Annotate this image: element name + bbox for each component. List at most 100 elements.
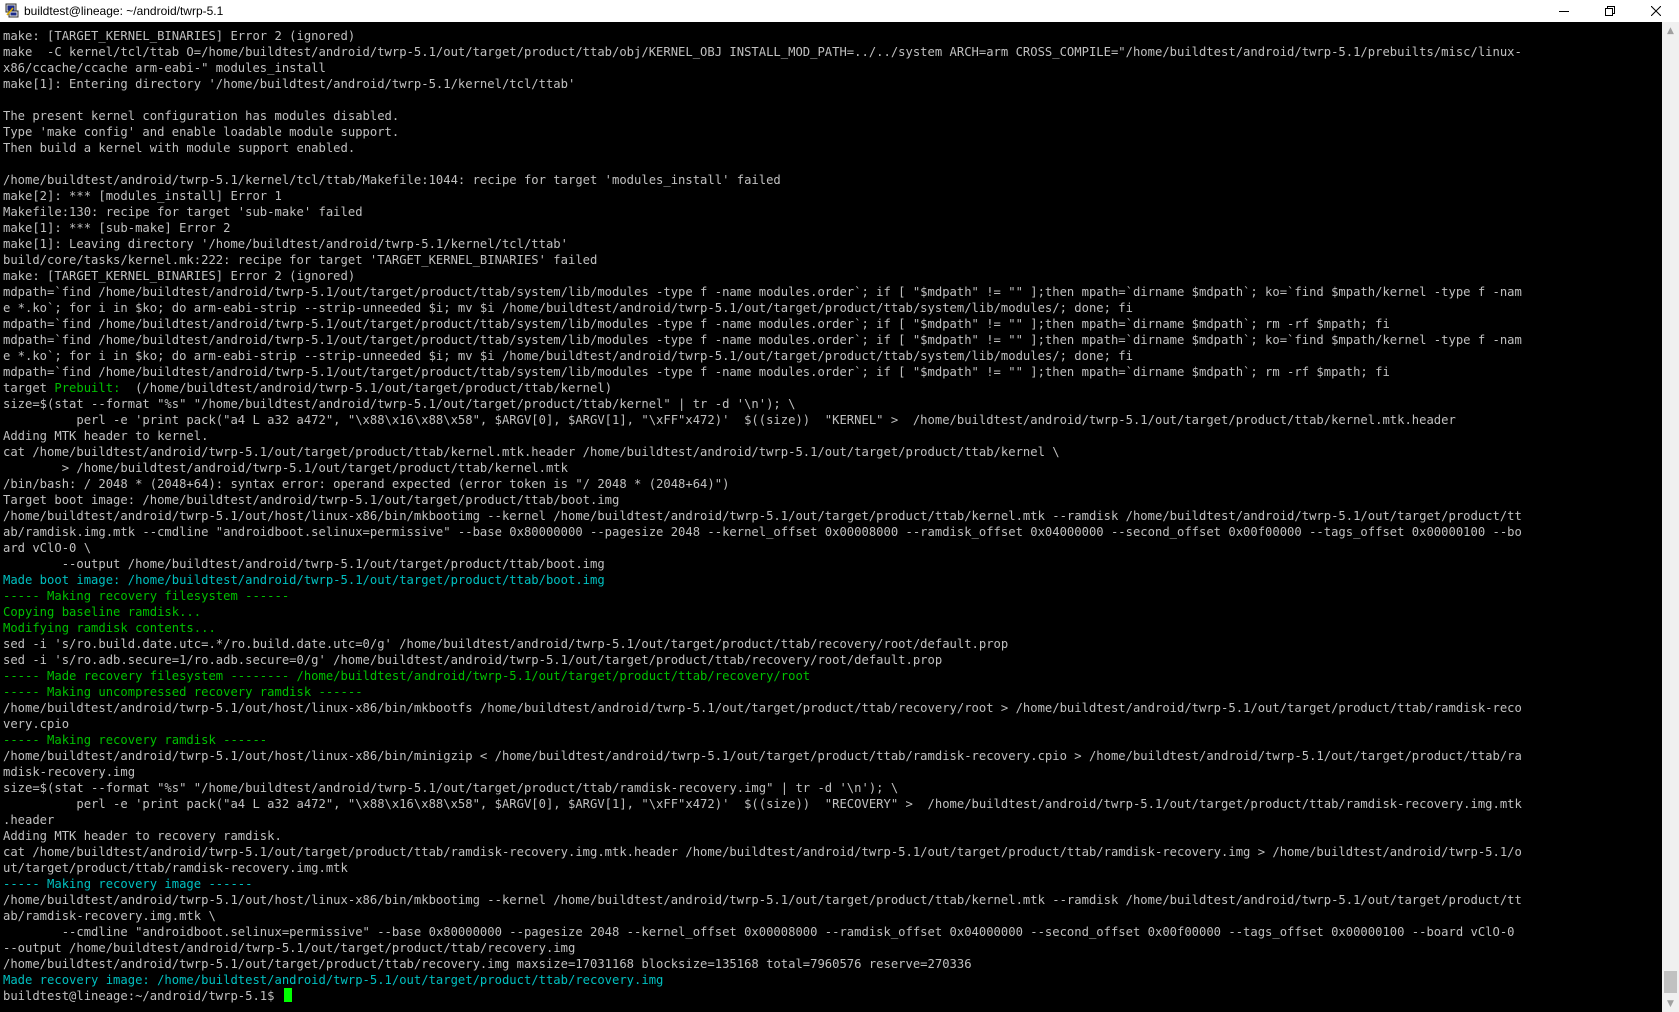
terminal-text: Adding MTK header to recovery ramdisk.	[3, 829, 282, 843]
terminal-text: Target boot image: /home/buildtest/andro…	[3, 493, 620, 507]
terminal-line: Then build a kernel with module support …	[3, 140, 1522, 156]
terminal-text: /home/buildtest/android/twrp-5.1/kernel/…	[3, 173, 781, 187]
terminal-line: sed -i 's/ro.adb.secure=1/ro.adb.secure=…	[3, 652, 1522, 668]
terminal-text: size=$(stat --format "%s" "/home/buildte…	[3, 781, 899, 795]
terminal-line: mdpath=`find /home/buildtest/android/twr…	[3, 316, 1522, 332]
terminal-text: Makefile:130: recipe for target 'sub-mak…	[3, 205, 363, 219]
terminal-text: ----- Made recovery filesystem -------- …	[3, 669, 811, 683]
terminal-line: /home/buildtest/android/twrp-5.1/out/hos…	[3, 892, 1522, 908]
terminal-line: ----- Making recovery filesystem ------	[3, 588, 1522, 604]
terminal-text: very.cpio	[3, 717, 70, 731]
terminal-text: mdpath=`find /home/buildtest/android/twr…	[3, 333, 1522, 347]
terminal-line: /home/buildtest/android/twrp-5.1/out/hos…	[3, 748, 1522, 764]
terminal-output[interactable]: make: [TARGET_KERNEL_BINARIES] Error 2 (…	[0, 22, 1662, 1012]
terminal-text: The present kernel configuration has mod…	[3, 109, 400, 123]
terminal-line: make[1]: *** [sub-make] Error 2	[3, 220, 1522, 236]
terminal-cursor	[283, 988, 292, 1002]
terminal-text: Then build a kernel with module support …	[3, 141, 356, 155]
terminal-text: ----- Making recovery filesystem ------	[3, 589, 290, 603]
terminal-line: Copying baseline ramdisk...	[3, 604, 1522, 620]
terminal-text: cat /home/buildtest/android/twrp-5.1/out…	[3, 445, 1060, 459]
terminal-line: size=$(stat --format "%s" "/home/buildte…	[3, 396, 1522, 412]
close-icon	[1651, 6, 1661, 16]
minimize-button[interactable]	[1541, 0, 1587, 22]
terminal-line: Adding MTK header to recovery ramdisk.	[3, 828, 1522, 844]
terminal-text: make[1]: Leaving directory '/home/buildt…	[3, 237, 568, 251]
terminal-line: mdpath=`find /home/buildtest/android/twr…	[3, 284, 1522, 300]
terminal-line: mdisk-recovery.img	[3, 764, 1522, 780]
terminal-line: ard vClO-0 \	[3, 540, 1522, 556]
terminal-text: make[1]: *** [sub-make] Error 2	[3, 221, 231, 235]
terminal-line: very.cpio	[3, 716, 1522, 732]
terminal-line: Adding MTK header to kernel.	[3, 428, 1522, 444]
terminal-line: perl -e 'print pack("a4 L a32 a472", "\x…	[3, 412, 1522, 428]
terminal-line: ab/ramdisk.img.mtk --cmdline "androidboo…	[3, 524, 1522, 540]
terminal-line: Made boot image: /home/buildtest/android…	[3, 572, 1522, 588]
terminal-text: sed -i 's/ro.adb.secure=1/ro.adb.secure=…	[3, 653, 943, 667]
terminal-lines: make: [TARGET_KERNEL_BINARIES] Error 2 (…	[3, 28, 1522, 1004]
terminal-text: buildtest@lineage:~/android/twrp-5.1$	[3, 989, 282, 1003]
terminal-text: /home/buildtest/android/twrp-5.1/out/hos…	[3, 749, 1522, 763]
terminal-text: make[2]: *** [modules_install] Error 1	[3, 189, 282, 203]
terminal-line: Modifying ramdisk contents...	[3, 620, 1522, 636]
terminal-line: perl -e 'print pack("a4 L a32 a472", "\x…	[3, 796, 1522, 812]
terminal-text: --cmdline "androidboot.selinux=permissiv…	[3, 925, 1515, 939]
terminal-line: make[1]: Leaving directory '/home/buildt…	[3, 236, 1522, 252]
terminal-line: mdpath=`find /home/buildtest/android/twr…	[3, 332, 1522, 348]
terminal-line: /home/buildtest/android/twrp-5.1/out/tar…	[3, 956, 1522, 972]
terminal-line: cat /home/buildtest/android/twrp-5.1/out…	[3, 444, 1522, 460]
terminal-text: target	[3, 381, 55, 395]
terminal-line: Target boot image: /home/buildtest/andro…	[3, 492, 1522, 508]
terminal-line: ----- Made recovery filesystem -------- …	[3, 668, 1522, 684]
terminal-line: ----- Making uncompressed recovery ramdi…	[3, 684, 1522, 700]
terminal-text: build/core/tasks/kernel.mk:222: recipe f…	[3, 253, 598, 267]
terminal-line: make[1]: Entering directory '/home/build…	[3, 76, 1522, 92]
minimize-icon	[1559, 11, 1569, 12]
putty-icon[interactable]	[4, 3, 20, 19]
terminal-line: sed -i 's/ro.build.date.utc=.*/ro.build.…	[3, 636, 1522, 652]
terminal-line: The present kernel configuration has mod…	[3, 108, 1522, 124]
terminal-text: cat /home/buildtest/android/twrp-5.1/out…	[3, 845, 1522, 859]
terminal-text: /home/buildtest/android/twrp-5.1/out/tar…	[3, 957, 972, 971]
terminal-text: Adding MTK header to kernel.	[3, 429, 209, 443]
terminal-text: Modifying ramdisk contents...	[3, 621, 216, 635]
terminal-line: ab/ramdisk-recovery.img.mtk \	[3, 908, 1522, 924]
terminal-text: mdpath=`find /home/buildtest/android/twr…	[3, 317, 1390, 331]
terminal-line: --cmdline "androidboot.selinux=permissiv…	[3, 924, 1522, 940]
scrollbar-thumb[interactable]	[1664, 971, 1677, 993]
terminal-line: make: [TARGET_KERNEL_BINARIES] Error 2 (…	[3, 268, 1522, 284]
vertical-scrollbar[interactable]: ▲ ▼	[1662, 22, 1679, 1012]
terminal-line: --output /home/buildtest/android/twrp-5.…	[3, 940, 1522, 956]
terminal-text: Made boot image: /home/buildtest/android…	[3, 573, 605, 587]
close-button[interactable]	[1633, 0, 1679, 22]
title-bar[interactable]: buildtest@lineage: ~/android/twrp-5.1	[0, 0, 1679, 22]
terminal-text: perl -e 'print pack("a4 L a32 a472", "\x…	[3, 797, 1522, 811]
terminal-line: /home/buildtest/android/twrp-5.1/out/hos…	[3, 508, 1522, 524]
terminal-text: Copying baseline ramdisk...	[3, 605, 202, 619]
terminal-line: > /home/buildtest/android/twrp-5.1/out/t…	[3, 460, 1522, 476]
terminal-text: --output /home/buildtest/android/twrp-5.…	[3, 557, 605, 571]
terminal-line: ----- Making recovery image ------	[3, 876, 1522, 892]
terminal-text: perl -e 'print pack("a4 L a32 a472", "\x…	[3, 413, 1456, 427]
terminal-line: make[2]: *** [modules_install] Error 1	[3, 188, 1522, 204]
terminal-line: /home/buildtest/android/twrp-5.1/out/hos…	[3, 700, 1522, 716]
maximize-button[interactable]	[1587, 0, 1633, 22]
scroll-up-arrow-icon[interactable]: ▲	[1662, 22, 1679, 39]
scroll-down-arrow-icon[interactable]: ▼	[1662, 995, 1679, 1012]
terminal-text: --output /home/buildtest/android/twrp-5.…	[3, 941, 576, 955]
maximize-icon	[1605, 6, 1615, 16]
terminal-text: e *.ko`; for i in $ko; do arm-eabi-strip…	[3, 301, 1133, 315]
terminal-line: Type 'make config' and enable loadable m…	[3, 124, 1522, 140]
terminal-text: ----- Making recovery image ------	[3, 877, 253, 891]
terminal-line: build/core/tasks/kernel.mk:222: recipe f…	[3, 252, 1522, 268]
terminal-text: x86/ccache/ccache arm-eabi-" modules_ins…	[3, 61, 326, 75]
terminal-line: make -C kernel/tcl/ttab O=/home/buildtes…	[3, 44, 1522, 60]
terminal-text: > /home/buildtest/android/twrp-5.1/out/t…	[3, 461, 568, 475]
window-title: buildtest@lineage: ~/android/twrp-5.1	[24, 4, 224, 18]
terminal-text: ard vClO-0 \	[3, 541, 92, 555]
terminal-line: /bin/bash: / 2048 * (2048+64): syntax er…	[3, 476, 1522, 492]
terminal-text: size=$(stat --format "%s" "/home/buildte…	[3, 397, 796, 411]
terminal-text: ab/ramdisk-recovery.img.mtk \	[3, 909, 216, 923]
